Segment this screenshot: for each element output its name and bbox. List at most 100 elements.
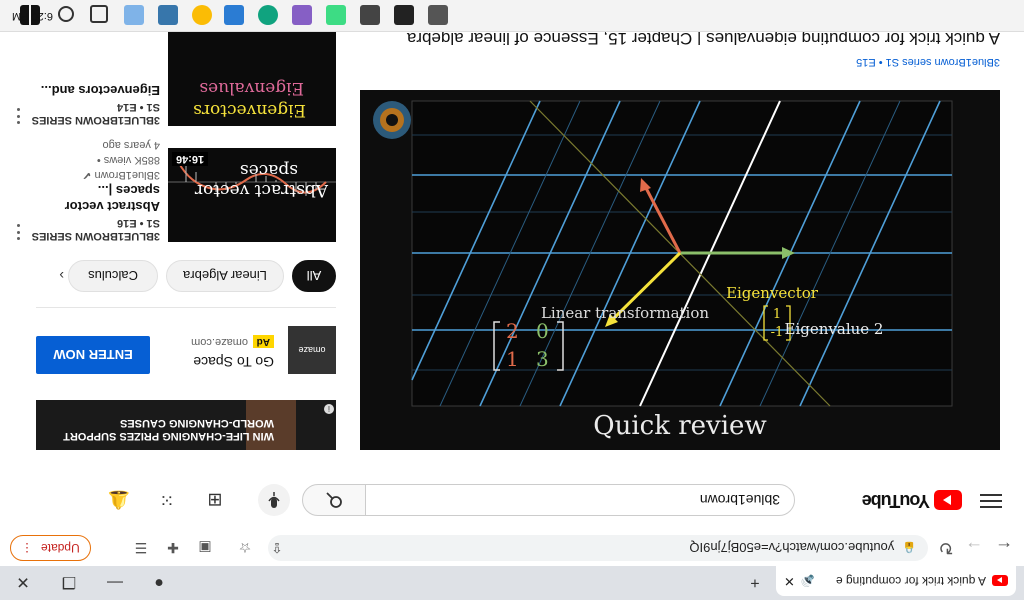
notifications-bell-icon[interactable]: 🔔 bbox=[108, 489, 130, 511]
taskbar-clock[interactable]: 6:20 PM bbox=[12, 10, 53, 22]
video-series-line[interactable]: 3Blue1Brown series S1 • E15 bbox=[856, 56, 1000, 68]
browser-toolbar: ← → ↻ 🔒 youtube.com/watch?v=e50Bj7jn9IQ … bbox=[0, 529, 1024, 566]
vscode-icon[interactable] bbox=[428, 5, 448, 25]
recommendation-item[interactable]: Abstract vector spaces 16:46 3BLUE1BROWN… bbox=[14, 139, 336, 242]
thumbnail-title-line-1: Abstract vector bbox=[194, 180, 328, 200]
minimize-button[interactable]: — bbox=[102, 570, 128, 594]
search-icon bbox=[326, 492, 342, 508]
matrix-cell-0-0: 3 bbox=[536, 347, 549, 371]
chip-calculus[interactable]: Calculus bbox=[68, 260, 158, 292]
back-button[interactable]: ← bbox=[992, 537, 1016, 559]
more-actions-icon[interactable] bbox=[14, 106, 24, 126]
maximize-button[interactable]: ❐ bbox=[56, 570, 82, 594]
ad-banner[interactable]: WIN LIFE-CHANGING PRIZES SUPPORT WORLD-C… bbox=[36, 400, 336, 450]
ad-title: Go To Space bbox=[193, 354, 274, 370]
verified-check-icon: ✔ bbox=[82, 169, 92, 181]
ad-domain: omaze.com bbox=[191, 336, 248, 348]
reload-button[interactable]: ↻ bbox=[934, 537, 958, 559]
taskbar: 6:20 PM bbox=[0, 0, 1024, 32]
chevron-right-icon[interactable]: › bbox=[59, 268, 64, 284]
extensions-puzzle-icon[interactable]: ✚ bbox=[164, 539, 182, 557]
update-button[interactable]: Update ⋮ bbox=[10, 535, 91, 561]
filter-chips: All Linear Algebra Calculus bbox=[16, 260, 336, 292]
new-tab-button[interactable]: + bbox=[742, 570, 768, 594]
youtube-play-logo-icon bbox=[934, 490, 962, 511]
chrome-icon[interactable] bbox=[192, 5, 212, 25]
search-taskbar-icon[interactable] bbox=[58, 6, 74, 22]
youtube-header: YouTube 3blue1brown ⊞ ⁙ 🔔 bbox=[0, 472, 1024, 530]
recommendation-thumbnail[interactable]: Abstract vector spaces 16:46 bbox=[168, 148, 336, 242]
file-explorer-icon[interactable] bbox=[124, 5, 144, 25]
frame-heading: Quick review bbox=[593, 411, 766, 441]
eigenvector-entry-0: -1 bbox=[771, 325, 784, 340]
audio-playing-icon[interactable]: 🔊 bbox=[801, 575, 815, 588]
forward-button[interactable]: → bbox=[962, 537, 986, 559]
reading-list-icon[interactable]: ☰ bbox=[132, 539, 150, 557]
visual-studio-icon[interactable] bbox=[292, 5, 312, 25]
app-icon[interactable] bbox=[360, 5, 380, 25]
eigenvector-entry-1: 1 bbox=[773, 307, 781, 322]
hamburger-menu-icon[interactable] bbox=[980, 490, 1002, 512]
browser-tab[interactable]: A quick trick for computing e 🔊 ✕ bbox=[776, 566, 1016, 596]
label-eigenvalue: Eigenvalue 2 bbox=[785, 320, 884, 338]
ad-banner-text: WIN LIFE-CHANGING PRIZES SUPPORT WORLD-C… bbox=[63, 417, 274, 442]
omaze-logo: omaze bbox=[288, 326, 336, 374]
android-studio-icon[interactable] bbox=[326, 5, 346, 25]
recommendation-age: 4 years ago bbox=[102, 139, 160, 151]
recommendation-views: 885K views • bbox=[96, 154, 160, 166]
python-icon[interactable] bbox=[158, 5, 178, 25]
frame-inner bbox=[411, 100, 953, 407]
enter-now-button[interactable]: ENTER NOW bbox=[36, 336, 150, 374]
screen: A quick trick for computing e 🔊 ✕ + ● — … bbox=[0, 0, 1024, 600]
channel-name: 3Blue1Brown bbox=[94, 169, 160, 181]
terminal-icon[interactable] bbox=[394, 5, 414, 25]
recommendation-title[interactable]: Abstract vector spaces |... bbox=[20, 182, 160, 214]
lock-icon: 🔒 bbox=[902, 541, 916, 554]
ad-badge: Ad bbox=[252, 335, 274, 348]
bookmark-star-icon[interactable]: ☆ bbox=[236, 539, 254, 557]
recommendation-thumbnail[interactable]: Eigenvectors Eigenvalues bbox=[168, 32, 336, 126]
divider bbox=[36, 307, 336, 308]
close-tab-icon[interactable]: ✕ bbox=[784, 573, 795, 589]
thumbnail-title-line-2: Eigenvalues bbox=[199, 78, 304, 98]
youtube-favicon-icon bbox=[992, 575, 1008, 587]
label-eigenvector: Eigenvector bbox=[726, 284, 819, 302]
thumbnail-title-line-1: Eigenvectors bbox=[193, 100, 306, 120]
thumbnail-title-line-2: spaces bbox=[239, 160, 298, 180]
matrix-cell-0-1: 1 bbox=[506, 347, 519, 371]
tab-search-icon[interactable]: ● bbox=[146, 570, 172, 594]
extension-icon[interactable]: ▣ bbox=[196, 539, 214, 557]
recommendation-series: 3BLUE1BROWN SERIES S1 • E16 bbox=[31, 217, 160, 242]
search-button[interactable] bbox=[302, 484, 366, 516]
chip-linear-algebra[interactable]: Linear Algebra bbox=[166, 260, 284, 292]
video-duration: 16:46 bbox=[172, 152, 209, 166]
install-app-icon[interactable]: ⇪ bbox=[268, 539, 286, 557]
matrix-cell-1-1: 2 bbox=[506, 319, 519, 343]
search-input[interactable]: 3blue1brown bbox=[365, 484, 795, 516]
pi-creature-eye-icon bbox=[373, 101, 411, 139]
chatgpt-icon[interactable] bbox=[258, 5, 278, 25]
recommendation-item[interactable]: Eigenvectors Eigenvalues 3BLUE1BROWN SER… bbox=[16, 32, 336, 126]
youtube-logo-text: YouTube bbox=[862, 491, 930, 511]
youtube-logo[interactable]: YouTube bbox=[863, 490, 962, 511]
recommendation-channel[interactable]: 3Blue1Brown ✔ bbox=[20, 167, 160, 182]
apps-grid-icon[interactable]: ⁙ bbox=[156, 489, 178, 511]
microphone-icon bbox=[268, 492, 280, 508]
video-player[interactable]: Quick review 3 1 0 2 Linear transformati… bbox=[360, 90, 1000, 450]
create-video-icon[interactable]: ⊞ bbox=[204, 489, 226, 511]
close-window-button[interactable]: ✕ bbox=[10, 570, 36, 594]
video-frame: Quick review 3 1 0 2 Linear transformati… bbox=[360, 90, 1000, 450]
recommendation-title[interactable]: Eigenvectors and... bbox=[20, 82, 160, 98]
matrix-cell-1-0: 0 bbox=[536, 319, 549, 343]
feedback-icon[interactable] bbox=[224, 5, 244, 25]
recommendation-info: 3BLUE1BROWN SERIES S1 • E16 Abstract vec… bbox=[20, 137, 160, 242]
chip-all[interactable]: All bbox=[292, 260, 336, 292]
voice-search-button[interactable] bbox=[258, 484, 290, 516]
tab-title: A quick trick for computing e bbox=[835, 574, 986, 588]
task-view-icon[interactable] bbox=[90, 5, 108, 23]
more-actions-icon[interactable] bbox=[14, 222, 24, 242]
update-label: Update bbox=[41, 541, 80, 555]
ad-info-icon[interactable]: i bbox=[324, 404, 334, 414]
address-text: youtube.com/watch?v=e50Bj7jn9IQ bbox=[689, 540, 895, 556]
address-bar[interactable]: 🔒 youtube.com/watch?v=e50Bj7jn9IQ bbox=[268, 535, 928, 561]
